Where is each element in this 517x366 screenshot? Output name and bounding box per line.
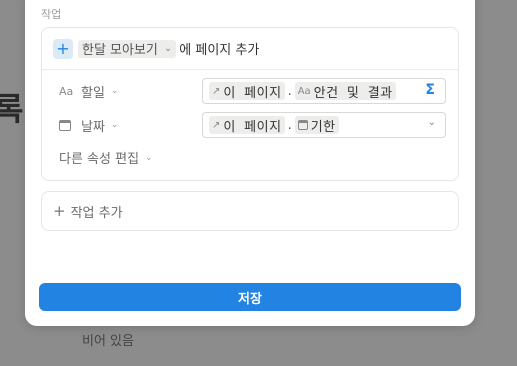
token-separator: . bbox=[287, 83, 292, 99]
property-row-todo: Aa 할일 ⌄ ↗ 이 페이지 . Aa 안건 및 결과 Σ bbox=[42, 77, 458, 105]
action-trigger-row: + 한달 모아보기 ⌄ 에 페이지 추가 bbox=[42, 28, 458, 70]
token-text: 이 페이지 bbox=[223, 85, 282, 101]
property-name: 날짜 bbox=[81, 119, 105, 135]
save-button[interactable]: 저장 bbox=[39, 283, 461, 311]
token-this-page[interactable]: ↗ 이 페이지 bbox=[209, 82, 285, 101]
calendar-icon bbox=[59, 119, 71, 131]
automation-modal: 작업 + 한달 모아보기 ⌄ 에 페이지 추가 Aa 할일 ⌄ ↗ 이 페이지 … bbox=[25, 0, 475, 326]
token-property[interactable]: 기한 bbox=[294, 116, 339, 135]
text-aa-icon: Aa bbox=[297, 85, 311, 97]
sigma-icon[interactable]: Σ bbox=[425, 82, 435, 98]
property-row-date: 날짜 ⌄ ↗ 이 페이지 . 기한 ⌄ bbox=[42, 111, 458, 139]
edit-other-properties[interactable]: 다른 속성 편집 ⌄ bbox=[59, 148, 153, 167]
formula-input-date[interactable]: ↗ 이 페이지 . 기한 ⌄ bbox=[202, 112, 446, 138]
action-card: + 한달 모아보기 ⌄ 에 페이지 추가 Aa 할일 ⌄ ↗ 이 페이지 . A… bbox=[41, 27, 459, 181]
formula-input-todo[interactable]: ↗ 이 페이지 . Aa 안건 및 결과 Σ bbox=[202, 78, 446, 104]
calendar-icon bbox=[297, 120, 308, 130]
background-page-title: 록 bbox=[0, 90, 24, 128]
background-empty-text: 비어 있음 bbox=[82, 334, 134, 349]
add-action-label: 작업 추가 bbox=[70, 205, 123, 221]
chevron-down-icon: ⌄ bbox=[145, 152, 153, 163]
property-name: 할일 bbox=[81, 85, 105, 101]
database-select[interactable]: 한달 모아보기 ⌄ bbox=[78, 39, 177, 58]
text-aa-icon: Aa bbox=[59, 84, 74, 98]
chevron-down-icon: ⌄ bbox=[110, 120, 119, 130]
chevron-down-icon: ⌄ bbox=[163, 43, 173, 54]
database-name: 한달 모아보기 bbox=[82, 43, 158, 58]
token-text: 안건 및 결과 bbox=[313, 85, 393, 101]
plus-icon[interactable]: + bbox=[53, 38, 73, 59]
add-action-button[interactable]: + 작업 추가 bbox=[41, 191, 459, 231]
token-this-page[interactable]: ↗ 이 페이지 bbox=[209, 116, 285, 135]
token-text: 기한 bbox=[310, 119, 336, 135]
edit-props-label: 다른 속성 편집 bbox=[59, 152, 140, 167]
token-text: 이 페이지 bbox=[223, 119, 282, 135]
chevron-down-icon: ⌄ bbox=[110, 86, 119, 96]
token-separator: . bbox=[287, 117, 292, 133]
property-label-date[interactable]: 날짜 ⌄ bbox=[59, 116, 118, 135]
token-property[interactable]: Aa 안건 및 결과 bbox=[294, 82, 396, 101]
chevron-down-icon[interactable]: ⌄ bbox=[428, 117, 436, 128]
arrow-up-right-icon: ↗ bbox=[212, 119, 221, 131]
trigger-suffix: 에 페이지 추가 bbox=[179, 43, 260, 58]
arrow-up-right-icon: ↗ bbox=[212, 85, 221, 97]
property-label-todo[interactable]: Aa 할일 ⌄ bbox=[59, 82, 118, 101]
plus-icon: + bbox=[53, 201, 66, 220]
section-label: 작업 bbox=[41, 8, 62, 21]
